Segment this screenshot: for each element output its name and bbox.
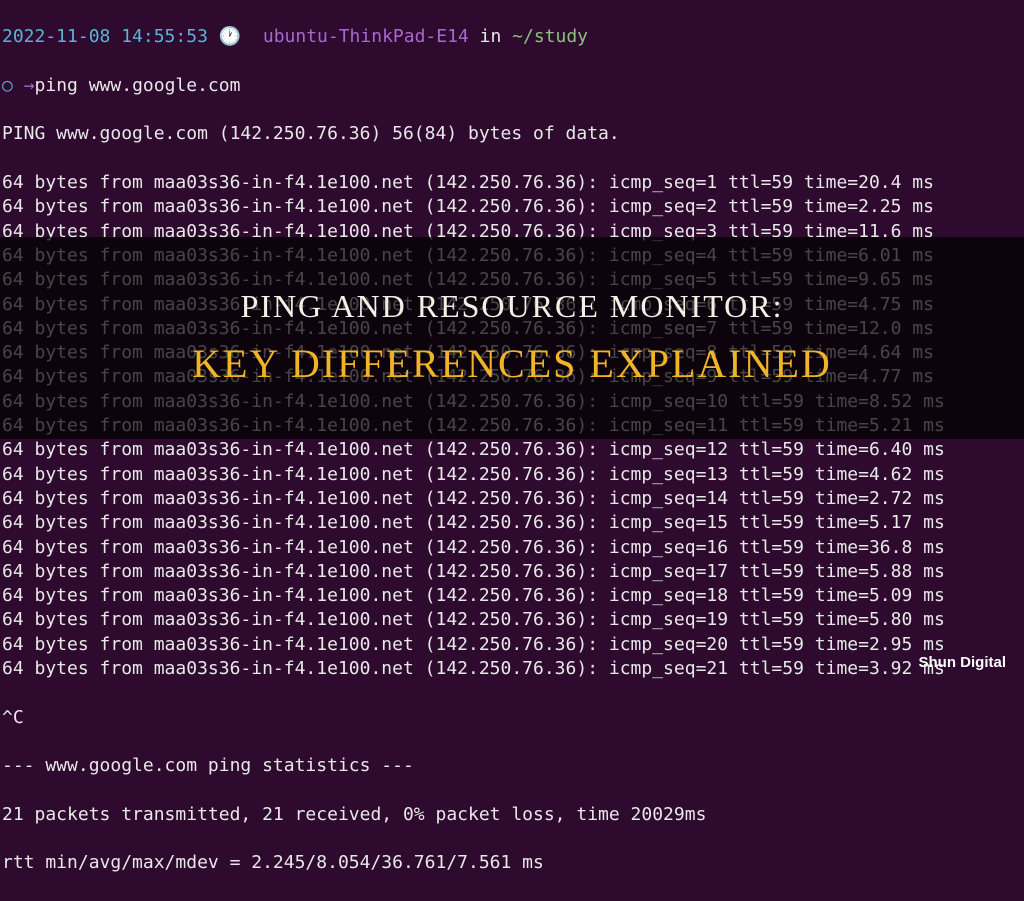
ping-response-row: 64 bytes from maa03s36-in-f4.1e100.net (… — [2, 438, 1022, 462]
ping-response-row: 64 bytes from maa03s36-in-f4.1e100.net (… — [2, 511, 1022, 535]
overlay-title-line1: PING AND RESOURCE MONITOR: — [240, 285, 783, 328]
stats-rtt: rtt min/avg/max/mdev = 2.245/8.054/36.76… — [2, 851, 1022, 875]
stats-header: --- www.google.com ping statistics --- — [2, 754, 1022, 778]
prompt-line: 2022-11-08 14:55:53 🕐 ubuntu-ThinkPad-E1… — [2, 25, 1022, 49]
timestamp: 2022-11-08 14:55:53 — [2, 26, 208, 47]
ping-response-row: 64 bytes from maa03s36-in-f4.1e100.net (… — [2, 195, 1022, 219]
stats-packets: 21 packets transmitted, 21 received, 0% … — [2, 803, 1022, 827]
title-overlay: PING AND RESOURCE MONITOR: KEY DIFFERENC… — [0, 237, 1024, 439]
ping-response-row: 64 bytes from maa03s36-in-f4.1e100.net (… — [2, 633, 1022, 657]
command-line[interactable]: ○ →ping www.google.com — [2, 74, 1022, 98]
overlay-title-line2: KEY DIFFERENCES EXPLAINED — [192, 337, 832, 391]
prompt-circle-icon: ○ — [2, 75, 13, 96]
ping-response-row: 64 bytes from maa03s36-in-f4.1e100.net (… — [2, 171, 1022, 195]
ping-response-row: 64 bytes from maa03s36-in-f4.1e100.net (… — [2, 487, 1022, 511]
watermark: Shun Digital — [919, 653, 1007, 673]
ping-response-row: 64 bytes from maa03s36-in-f4.1e100.net (… — [2, 560, 1022, 584]
prompt-arrow-icon: → — [24, 75, 35, 96]
ping-response-row: 64 bytes from maa03s36-in-f4.1e100.net (… — [2, 536, 1022, 560]
hostname: ubuntu-ThinkPad-E14 — [263, 26, 469, 47]
ping-response-row: 64 bytes from maa03s36-in-f4.1e100.net (… — [2, 463, 1022, 487]
clock-icon: 🕐 — [219, 26, 241, 47]
terminal-output: 2022-11-08 14:55:53 🕐 ubuntu-ThinkPad-E1… — [0, 0, 1024, 901]
ping-response-row: 64 bytes from maa03s36-in-f4.1e100.net (… — [2, 608, 1022, 632]
interrupt-signal: ^C — [2, 706, 1022, 730]
command-text: ping www.google.com — [35, 75, 241, 96]
ping-response-row: 64 bytes from maa03s36-in-f4.1e100.net (… — [2, 657, 1022, 681]
ping-header: PING www.google.com (142.250.76.36) 56(8… — [2, 122, 1022, 146]
in-word: in — [480, 26, 502, 47]
path: ~/study — [512, 26, 588, 47]
ping-response-row: 64 bytes from maa03s36-in-f4.1e100.net (… — [2, 584, 1022, 608]
